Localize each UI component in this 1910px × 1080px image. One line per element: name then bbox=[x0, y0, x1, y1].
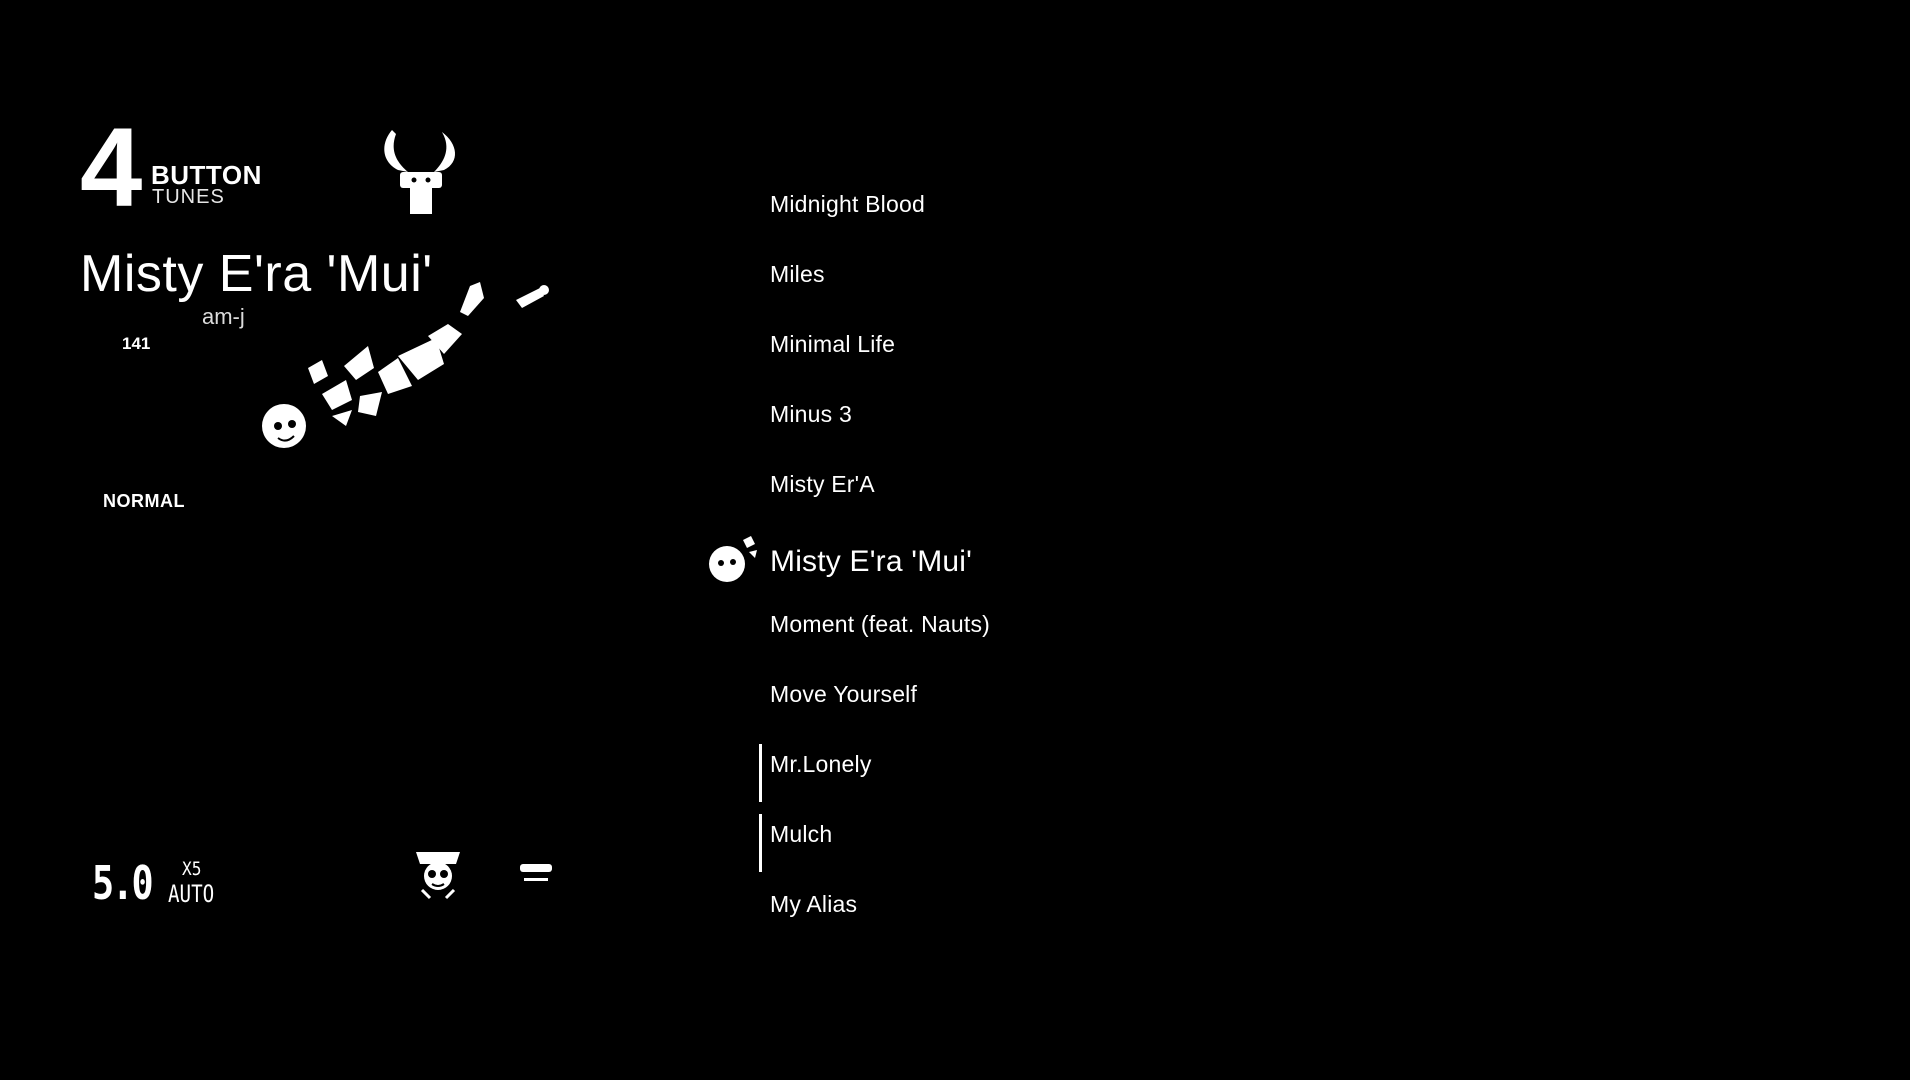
mode-tunes-label: TUNES bbox=[152, 186, 225, 208]
song-list-item[interactable]: Minus 3 bbox=[770, 401, 852, 428]
song-list-item[interactable]: Moment (feat. Nauts) bbox=[770, 611, 990, 638]
multiplier-value[interactable]: X5 bbox=[182, 860, 201, 879]
fever-mode[interactable]: AUTO bbox=[168, 882, 214, 906]
selected-song-artist: am-j bbox=[202, 304, 245, 329]
antler-mascot-icon bbox=[384, 130, 456, 214]
character-head-icon bbox=[709, 536, 757, 582]
selected-song-bpm: 141 bbox=[122, 334, 151, 353]
character-portrait-icon[interactable] bbox=[412, 848, 464, 900]
song-list-item[interactable]: My Alias bbox=[770, 891, 857, 918]
song-list-item[interactable]: Mr.Lonely bbox=[770, 751, 872, 778]
song-list-item-selected[interactable]: Misty E'ra 'Mui' bbox=[770, 545, 972, 579]
song-list-item[interactable]: Miles bbox=[770, 261, 825, 288]
song-list-item[interactable]: Mulch bbox=[770, 821, 832, 848]
mode-number: 4 bbox=[80, 105, 142, 230]
list-scroll-marker bbox=[759, 814, 762, 872]
gear-icon[interactable] bbox=[518, 858, 554, 890]
song-list-item[interactable]: Midnight Blood bbox=[770, 191, 925, 218]
song-list-item[interactable]: Minimal Life bbox=[770, 331, 895, 358]
list-scroll-marker bbox=[759, 744, 762, 802]
song-list-item[interactable]: Misty Er'A bbox=[770, 471, 875, 498]
song-list-item[interactable]: Move Yourself bbox=[770, 681, 917, 708]
character-artwork bbox=[262, 282, 549, 448]
speed-value[interactable]: 5.0 bbox=[92, 856, 154, 910]
difficulty-label[interactable]: NORMAL bbox=[103, 491, 185, 512]
